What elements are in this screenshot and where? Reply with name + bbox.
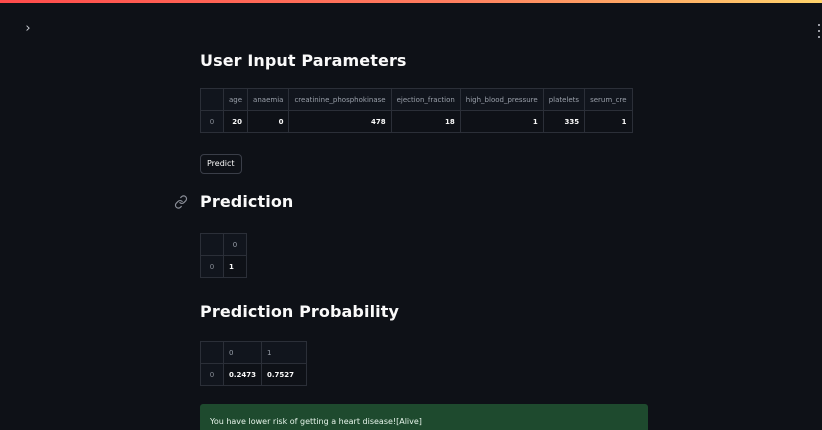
app-page: › User Input Parameters age anaemia crea…: [0, 0, 822, 430]
table-cell: 0.7527: [261, 363, 308, 386]
table-cell: 18: [390, 110, 461, 133]
column-header: high_blood_pressure: [459, 88, 544, 111]
params-table: age anaemia creatinine_phosphokinase eje…: [200, 88, 633, 133]
success-alert: You have lower risk of getting a heart d…: [200, 404, 648, 430]
prediction-heading: Prediction: [200, 192, 294, 211]
params-dataframe[interactable]: age anaemia creatinine_phosphokinase eje…: [200, 88, 650, 144]
table-header-row: 0: [200, 233, 247, 256]
chevron-right-icon[interactable]: ›: [22, 22, 34, 36]
column-header: 1: [261, 341, 308, 364]
column-header: creatinine_phosphokinase: [288, 88, 392, 111]
column-header: 0: [223, 233, 247, 256]
table-cell: 0.2473: [222, 363, 263, 386]
table-cell: 1: [584, 110, 633, 133]
table-cell: 335: [542, 110, 586, 133]
row-index: 0: [200, 363, 224, 386]
probability-heading: Prediction Probability: [200, 302, 400, 321]
table-row: 0 20 0 478 18 1 335 1: [200, 110, 633, 133]
params-heading: User Input Parameters: [200, 51, 407, 70]
table-row: 0 0.2473 0.7527: [200, 363, 308, 386]
table-cell: 478: [288, 110, 392, 133]
index-header: [200, 341, 224, 364]
predict-button[interactable]: Predict: [200, 154, 242, 174]
prediction-table[interactable]: 0 0 1: [200, 233, 247, 278]
column-header: age: [222, 88, 249, 111]
table-cell: 1: [459, 110, 544, 133]
column-header: anaemia: [247, 88, 290, 111]
row-index: 0: [200, 255, 224, 278]
table-row: 0 1: [200, 255, 247, 278]
probability-table[interactable]: 0 1 0 0.2473 0.7527: [200, 341, 308, 386]
table-cell: 0: [247, 110, 290, 133]
table-cell: 1: [223, 255, 247, 278]
index-header: [200, 233, 224, 256]
table-cell: 20: [222, 110, 249, 133]
table-header-row: age anaemia creatinine_phosphokinase eje…: [200, 88, 633, 111]
table-header-row: 0 1: [200, 341, 308, 364]
column-header: ejection_fraction: [390, 88, 461, 111]
row-index: 0: [200, 110, 224, 133]
column-header: 0: [222, 341, 263, 364]
column-header: serum_cre: [584, 88, 633, 111]
index-header: [200, 88, 224, 111]
link-icon[interactable]: [174, 195, 188, 209]
main-menu-icon[interactable]: [818, 24, 822, 38]
column-header: platelets: [542, 88, 586, 111]
alert-text: You have lower risk of getting a heart d…: [210, 417, 422, 426]
header-decoration: [0, 0, 822, 3]
